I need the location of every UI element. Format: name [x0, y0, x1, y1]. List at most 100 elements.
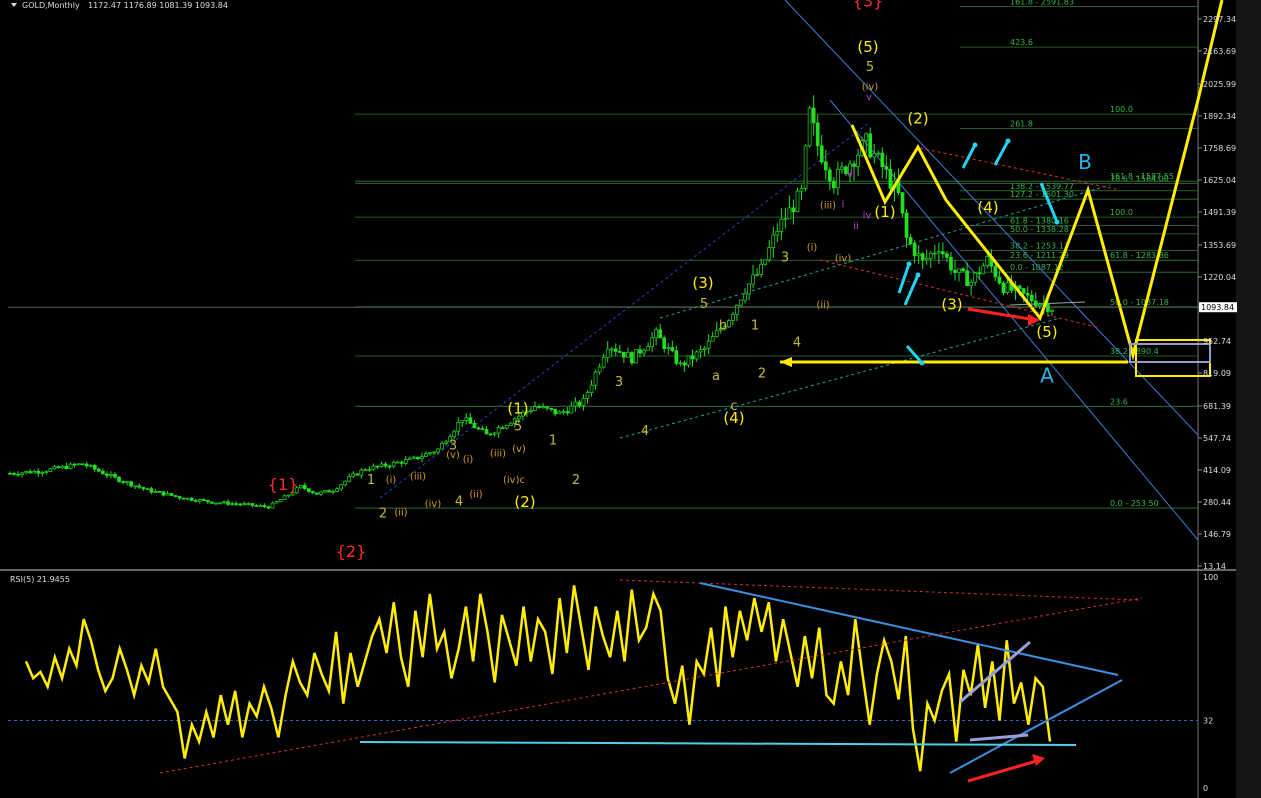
candle-body — [694, 351, 699, 360]
candle-body — [666, 347, 671, 349]
candle-body — [1050, 309, 1054, 312]
candle-body — [670, 347, 675, 352]
candle-body — [169, 493, 174, 496]
candle-body — [936, 251, 941, 254]
wave-label: (iv)c — [503, 475, 525, 486]
fib-label: 78.6 - 1564.00 — [1110, 175, 1169, 184]
wave-label: 1 — [751, 319, 759, 334]
candle-body — [573, 401, 578, 407]
candle-body — [44, 471, 49, 473]
candle-body — [92, 464, 97, 470]
candle-body — [347, 476, 352, 482]
price-tick-label: 1625.04 — [1203, 176, 1236, 185]
fib-label: 23.6 - 1211.29 — [1010, 251, 1069, 260]
candle-body — [222, 501, 226, 504]
fib-label: 50.0 - 1338.28 — [1010, 225, 1069, 234]
candle-body — [706, 340, 711, 349]
candle-body — [864, 133, 869, 141]
candle-body — [819, 145, 824, 163]
candle-body — [658, 329, 663, 339]
candle-body — [1025, 293, 1030, 296]
wave-label: (3) — [692, 274, 713, 292]
candle-body — [654, 329, 659, 339]
wave-label: {3} — [853, 0, 884, 10]
candle-body — [726, 320, 731, 328]
candle-body — [836, 168, 840, 189]
candle-body — [589, 384, 594, 393]
candle-body — [359, 469, 364, 476]
candle-body — [799, 187, 804, 192]
candle-body — [375, 465, 380, 468]
candle-body — [932, 252, 937, 255]
candle-body — [351, 473, 356, 477]
wave-label: b — [719, 319, 727, 334]
wave-label: i — [842, 200, 845, 211]
candle-body — [64, 465, 69, 469]
candle-body — [379, 463, 384, 467]
candle-body — [811, 107, 816, 124]
candle-body — [84, 463, 89, 467]
candle-body — [420, 456, 424, 460]
fib-label: 261.8 — [1010, 120, 1033, 129]
candle-body — [504, 425, 509, 429]
candle-body — [206, 499, 210, 503]
candle-body — [908, 237, 913, 245]
candle-body — [605, 348, 610, 358]
candle-body — [109, 474, 113, 476]
candle-body — [246, 503, 251, 505]
candle-body — [1046, 303, 1050, 312]
candle-body — [452, 430, 457, 438]
candle-body — [852, 163, 856, 167]
candle-body — [759, 263, 764, 275]
candle-body — [460, 420, 465, 423]
price-tick-label: 1892.34 — [1203, 112, 1236, 121]
candle-body — [872, 153, 877, 158]
candle-body — [876, 152, 881, 155]
candle-body — [250, 503, 255, 506]
candle-body — [201, 499, 206, 501]
candle-body — [993, 265, 998, 278]
wave-label: (v) — [512, 444, 526, 455]
candle-body — [230, 503, 234, 505]
candle-body — [953, 269, 957, 273]
candle-body — [278, 499, 283, 502]
ohlc-readout: 1172.47 1176.89 1081.39 1093.84 — [88, 1, 228, 10]
candle-body — [197, 499, 202, 502]
candle-body — [840, 166, 844, 170]
candle-body — [137, 485, 142, 488]
candle-body — [411, 456, 416, 459]
candle-body — [28, 471, 33, 474]
fib-label: 0.0 - 253.50 — [1110, 499, 1159, 508]
candle-body — [561, 411, 566, 413]
candle-body — [823, 161, 828, 171]
candle-body — [8, 473, 12, 475]
candle-body — [565, 411, 570, 414]
candle-body — [920, 253, 925, 261]
rsi-tick-label: 0 — [1203, 784, 1208, 793]
wave-label: iii — [847, 168, 855, 179]
wave-label: 2 — [572, 473, 580, 488]
candle-body — [771, 234, 776, 248]
price-tick-label: 547.74 — [1203, 434, 1231, 443]
candle-body — [634, 349, 638, 364]
candle-body — [383, 463, 388, 467]
wave-label: (i) — [463, 455, 474, 466]
rsi-title: RSI(5) 21.9455 — [10, 575, 70, 584]
candle-body — [488, 433, 493, 436]
candle-body — [904, 212, 909, 238]
candle-body — [476, 427, 481, 430]
fib-label: 23.6 — [1110, 397, 1128, 406]
price-tick-label: 146.79 — [1203, 530, 1231, 539]
candle-body — [436, 448, 440, 453]
candle-body — [331, 491, 335, 493]
candle-body — [678, 362, 683, 365]
candle-body — [997, 276, 1002, 284]
candle-body — [157, 491, 162, 493]
candle-body — [613, 348, 618, 352]
candle-body — [710, 336, 715, 342]
wave-label: c — [730, 399, 737, 414]
candle-body — [787, 207, 792, 220]
candle-body — [214, 502, 218, 505]
candle-body — [577, 401, 582, 406]
candle-body — [234, 503, 239, 505]
